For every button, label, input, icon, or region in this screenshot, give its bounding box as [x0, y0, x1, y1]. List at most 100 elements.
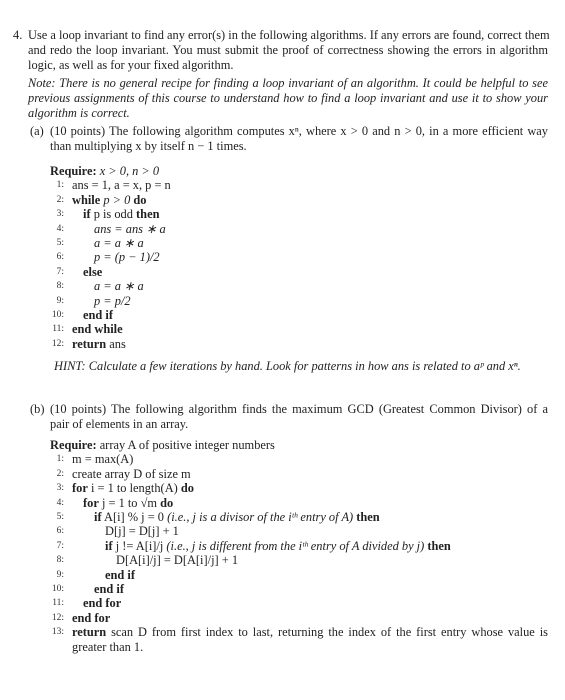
line-number: 11: — [52, 324, 64, 335]
line-number: 10: — [51, 310, 64, 320]
note-line: Note: There is no general recipe for fin… — [28, 76, 548, 90]
keyword: if — [94, 510, 102, 524]
require-line: Require: x > 0, n > 0 — [50, 164, 159, 179]
line-number: 5: — [56, 238, 64, 248]
statement: D[j] = D[j] + 1 — [105, 524, 179, 539]
line-number: 8: — [56, 281, 64, 292]
line-code: create array D of size m — [72, 467, 191, 482]
statement: create array D of size m — [72, 466, 191, 481]
question-intro: Use a loop invariant to find any error(s… — [28, 28, 550, 73]
statement: ans = 1, a = x, p = n — [72, 178, 171, 193]
statement: p is odd — [93, 207, 133, 222]
keyword: if — [83, 207, 91, 222]
line-code: end while — [72, 322, 123, 337]
intro-line: Use a loop invariant to find any error(s… — [28, 28, 550, 42]
part-b-desc-line: pair of elements in an array. — [50, 417, 189, 431]
keyword: end for — [83, 596, 122, 611]
part-a-label: (a) — [30, 124, 44, 138]
line-number: 9: — [56, 569, 64, 580]
line-code: end if — [83, 308, 113, 323]
keyword: else — [83, 264, 103, 279]
question-number: 4. — [13, 28, 23, 42]
keyword: return — [72, 625, 107, 640]
statement: p = (p − 1)/2 — [94, 250, 160, 265]
line-code: return ans — [72, 337, 126, 352]
line-number: 2: — [56, 468, 64, 479]
line-code: m = max(A) — [72, 452, 133, 467]
document-page: 4. Use a loop invariant to find any erro… — [0, 0, 565, 700]
line-code: if p is odd then — [83, 207, 159, 222]
line-code: a = a ∗ a — [94, 236, 144, 251]
line-code: p = p/2 — [94, 294, 131, 309]
keyword: end for — [72, 610, 111, 625]
line-code: end if — [105, 568, 135, 583]
line-number: 1: — [56, 454, 64, 465]
line-code: for j = 1 to √m do — [83, 496, 173, 511]
part-b-description: (10 points) The following algorithm find… — [50, 402, 548, 432]
keyword: while — [72, 192, 101, 207]
keyword: end if — [83, 308, 113, 322]
keyword: for — [72, 481, 88, 496]
line-number: 12: — [51, 612, 64, 623]
keyword: return — [72, 336, 107, 351]
line-number: 5: — [56, 512, 64, 522]
keyword: for — [83, 495, 99, 510]
keyword: then — [356, 510, 380, 524]
statement: m = max(A) — [72, 452, 134, 467]
keyword: then — [427, 538, 451, 553]
intro-line: and redo the loop invariant. You must su… — [28, 43, 548, 57]
statement: scan D from first index to last, returni… — [111, 625, 548, 640]
line-number: 9: — [56, 295, 64, 306]
line-number: 2: — [56, 194, 64, 205]
line-number: 7: — [56, 540, 64, 551]
part-b-desc-line: (10 points) The following algorithm find… — [50, 402, 548, 416]
line-code: D[j] = D[j] + 1 — [105, 524, 179, 539]
statement: p > 0 — [103, 192, 131, 207]
part-a-desc-line: than multiplying x by itself n − 1 times… — [50, 139, 247, 153]
keyword: do — [180, 481, 194, 496]
statement: ans — [109, 336, 126, 351]
hint-text: HINT: Calculate a few iterations by hand… — [54, 359, 521, 373]
line-number: 4: — [56, 497, 64, 508]
keyword: do — [133, 192, 147, 207]
keyword: do — [160, 495, 174, 510]
line-number: 3: — [56, 483, 64, 494]
line-number: 1: — [56, 180, 64, 191]
line-number: 13: — [51, 627, 64, 638]
part-a-description: (10 points) The following algorithm comp… — [50, 124, 548, 154]
line-code: end if — [94, 582, 124, 597]
note-line: algorithm is correct. — [28, 106, 130, 120]
statement: a = a ∗ a — [94, 279, 144, 294]
comment: (i.e., j is different from the iᵗʰ entry… — [166, 538, 425, 553]
line-code: if j != A[i]/j (i.e., j is different fro… — [105, 539, 451, 554]
require-text: x > 0, n > 0 — [99, 164, 160, 178]
keyword: then — [136, 207, 160, 222]
line-number: 10: — [51, 584, 64, 594]
keyword: end if — [94, 582, 124, 596]
keyword: end if — [105, 567, 135, 582]
comment: (i.e., j is a divisor of the iᵗʰ entry o… — [167, 510, 354, 524]
line-code: a = a ∗ a — [94, 279, 144, 294]
statement: p = p/2 — [94, 293, 131, 308]
require-text: array A of positive integer numbers — [99, 438, 275, 452]
line-number: 12: — [51, 338, 64, 349]
part-a-desc-line: (10 points) The following algorithm comp… — [50, 124, 548, 138]
line-code: else — [83, 265, 102, 280]
line-code: p = (p − 1)/2 — [94, 250, 160, 265]
intro-line: logic, as well as for your fixed algorit… — [28, 58, 234, 72]
line-number: 4: — [56, 223, 64, 234]
algorithm-line-continuation: greater than 1. — [72, 639, 144, 654]
keyword: if — [105, 538, 113, 553]
note-line: previous assignments of this course to u… — [28, 91, 548, 105]
statement: i = 1 to length(A) — [90, 481, 178, 496]
statement: ans = ans ∗ a — [94, 221, 166, 236]
statement: a = a ∗ a — [94, 236, 144, 250]
statement: j != A[i]/j — [115, 538, 164, 553]
line-number: 6: — [56, 252, 64, 263]
part-b-label: (b) — [30, 402, 45, 416]
line-code: ans = ans ∗ a — [94, 222, 166, 237]
line-number: 11: — [52, 598, 64, 609]
line-number: 6: — [56, 526, 64, 537]
line-code: ans = 1, a = x, p = n — [72, 178, 171, 193]
line-code: for i = 1 to length(A) do — [72, 481, 194, 496]
